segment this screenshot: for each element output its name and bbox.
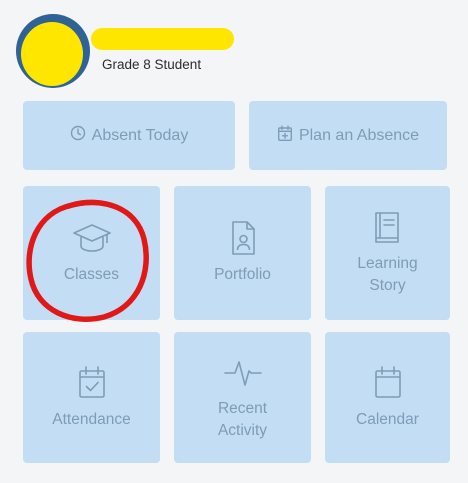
avatar-redaction [21,22,83,86]
portfolio-tile[interactable]: Portfolio [174,186,311,320]
classes-label: Classes [63,266,120,283]
calendar-check-icon [77,365,107,401]
student-grade: Grade 8 Student [102,57,202,72]
activity-pulse-icon [223,354,263,390]
classes-tile[interactable]: Classes [23,186,160,320]
portfolio-label: Portfolio [214,266,271,283]
graduation-cap-icon [71,220,113,256]
calendar-label: Calendar [356,410,419,428]
plan-absence-label: Plan an Absence [298,126,420,144]
recent-activity-tile[interactable]: Recent Activity [174,332,311,463]
learning-story-label-line2: Story [369,277,406,294]
recent-activity-label-line2: Activity [217,421,268,439]
portfolio-document-icon [228,220,258,256]
learning-story-tile[interactable]: Learning Story [325,186,450,320]
clock-icon [70,125,92,146]
absent-today-label: Absent Today [91,126,189,144]
student-name-redaction [91,28,234,50]
avatar[interactable] [16,14,90,88]
absent-today-button[interactable]: Absent Today [23,101,235,170]
recent-activity-label-line1: Recent [217,399,268,417]
calendar-plus-icon [277,125,299,147]
book-icon [372,209,404,245]
calendar-tile[interactable]: Calendar [325,332,450,463]
learning-story-label-line1: Learning [357,255,418,272]
calendar-icon [373,365,403,401]
attendance-tile[interactable]: Attendance [23,332,160,463]
plan-absence-button[interactable]: Plan an Absence [249,101,447,170]
attendance-label: Attendance [52,410,131,428]
